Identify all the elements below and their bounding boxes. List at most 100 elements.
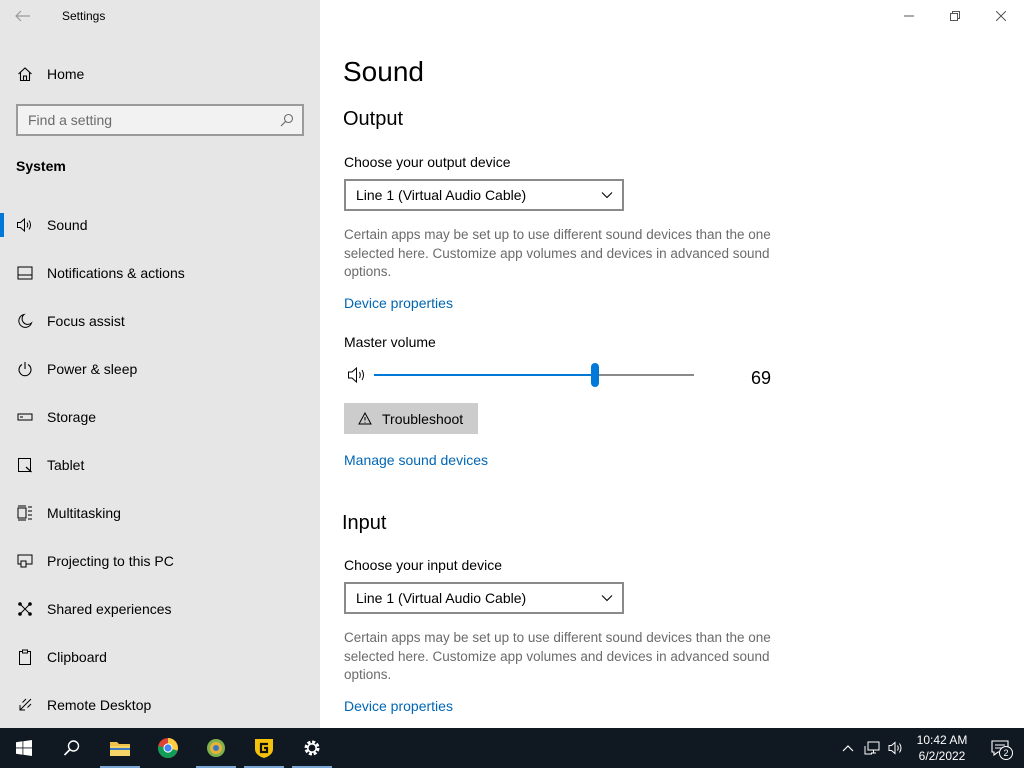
home-icon — [16, 65, 34, 83]
notification-icon — [16, 264, 34, 282]
system-tray: 10:42 AM 6/2/2022 2 — [836, 728, 1024, 768]
sidebar-item-label: Power & sleep — [47, 361, 138, 377]
input-heading: Input — [343, 512, 387, 534]
close-button[interactable] — [978, 0, 1024, 32]
sidebar-item-label: Multitasking — [47, 505, 121, 521]
shield-g-icon — [255, 739, 273, 758]
sidebar-item-label: Shared experiences — [47, 601, 172, 617]
master-volume-label: Master volume — [344, 334, 436, 350]
input-device-value: Line 1 (Virtual Audio Cable) — [356, 590, 527, 606]
clipboard-icon — [16, 648, 34, 666]
active-indicator — [0, 213, 4, 237]
windows-logo-icon — [16, 740, 32, 756]
sidebar-item-multitasking[interactable]: Multitasking — [0, 489, 320, 537]
clock[interactable]: 10:42 AM 6/2/2022 — [908, 732, 976, 764]
sidebar-item-storage[interactable]: Storage — [0, 393, 320, 441]
taskbar-search-icon — [63, 740, 80, 756]
multitasking-icon — [16, 504, 34, 522]
output-device-value: Line 1 (Virtual Audio Cable) — [356, 187, 527, 203]
section-label: System — [16, 158, 66, 174]
taskbar: 10:42 AM 6/2/2022 2 — [0, 728, 1024, 768]
start-button[interactable] — [0, 728, 48, 768]
troubleshoot-button[interactable]: Troubleshoot — [344, 403, 478, 434]
clock-date: 6/2/2022 — [918, 749, 966, 763]
output-description: Certain apps may be set up to use differ… — [344, 227, 771, 279]
notification-count-badge: 2 — [999, 746, 1013, 760]
show-hidden-icons-button[interactable] — [836, 728, 860, 768]
settings-taskbar-button[interactable] — [288, 728, 336, 768]
master-volume-slider[interactable] — [344, 362, 784, 388]
sidebar-item-projecting[interactable]: Projecting to this PC — [0, 537, 320, 585]
sidebar-item-shared-experiences[interactable]: Shared experiences — [0, 585, 320, 633]
remote-desktop-icon — [16, 696, 34, 714]
back-arrow-icon — [15, 10, 30, 22]
search-icon — [272, 113, 302, 127]
action-center-button[interactable]: 2 — [976, 728, 1024, 768]
search-button[interactable] — [48, 728, 96, 768]
storage-icon — [16, 408, 34, 426]
audio-app-button[interactable] — [192, 728, 240, 768]
input-device-dropdown[interactable]: Line 1 (Virtual Audio Cable) — [344, 582, 624, 614]
chrome-icon — [157, 738, 178, 758]
app-title: Settings — [62, 9, 106, 23]
network-button[interactable] — [860, 728, 884, 768]
volume-speaker-icon[interactable] — [347, 365, 369, 385]
chevron-down-icon — [592, 191, 622, 199]
sidebar-item-label: Projecting to this PC — [47, 553, 174, 569]
gear-icon — [304, 740, 320, 756]
home-label: Home — [47, 66, 85, 82]
sidebar-item-focus-assist[interactable]: Focus assist — [0, 297, 320, 345]
chevron-up-icon — [842, 745, 854, 752]
power-icon — [16, 360, 34, 378]
sidebar-item-power-sleep[interactable]: Power & sleep — [0, 345, 320, 393]
sidebar-item-remote-desktop[interactable]: Remote Desktop — [0, 681, 320, 729]
chevron-down-icon — [592, 594, 622, 602]
shared-icon — [16, 600, 34, 618]
sidebar: Settings Home Find a setting System Soun… — [0, 0, 320, 728]
volume-track[interactable] — [374, 374, 694, 376]
title-bar: Settings — [0, 0, 320, 32]
output-heading: Output — [343, 108, 404, 130]
folder-icon — [110, 742, 130, 756]
sidebar-item-label: Notifications & actions — [47, 265, 185, 281]
input-device-properties-link[interactable]: Device properties — [344, 698, 453, 714]
sidebar-item-label: Sound — [47, 217, 88, 233]
guardian-app-button[interactable] — [240, 728, 288, 768]
volume-icon — [888, 741, 902, 755]
search-input[interactable]: Find a setting — [16, 104, 304, 136]
sidebar-item-label: Storage — [47, 409, 97, 425]
warning-icon — [356, 412, 374, 425]
sidebar-nav: Sound Notifications & actions Focus assi… — [0, 201, 320, 729]
sidebar-item-notifications[interactable]: Notifications & actions — [0, 249, 320, 297]
tablet-icon — [16, 456, 34, 474]
output-device-label: Choose your output device — [344, 154, 511, 170]
clock-time: 10:42 AM — [916, 733, 968, 747]
sidebar-item-tablet[interactable]: Tablet — [0, 441, 320, 489]
file-explorer-button[interactable] — [96, 728, 144, 768]
sidebar-item-sound[interactable]: Sound — [0, 201, 320, 249]
main-content: Sound Output Choose your output device L… — [343, 0, 983, 728]
input-description: Certain apps may be set up to use differ… — [344, 630, 771, 682]
volume-thumb[interactable] — [590, 363, 599, 387]
page-title: Sound — [343, 56, 424, 87]
sidebar-item-label: Focus assist — [47, 313, 125, 329]
sidebar-item-label: Clipboard — [47, 649, 107, 665]
sidebar-item-label: Remote Desktop — [47, 697, 152, 713]
projecting-icon — [16, 552, 34, 570]
volume-tray-button[interactable] — [884, 728, 908, 768]
chrome-button[interactable] — [144, 728, 192, 768]
sidebar-item-clipboard[interactable]: Clipboard — [0, 633, 320, 681]
output-device-properties-link[interactable]: Device properties — [344, 295, 453, 311]
manage-sound-devices-link[interactable]: Manage sound devices — [344, 452, 488, 468]
output-device-dropdown[interactable]: Line 1 (Virtual Audio Cable) — [344, 179, 624, 211]
input-device-label: Choose your input device — [344, 557, 502, 573]
close-icon — [996, 11, 1006, 21]
speaker-icon — [16, 216, 34, 234]
sidebar-item-home[interactable]: Home — [0, 56, 320, 92]
troubleshoot-label: Troubleshoot — [382, 410, 464, 427]
audio-app-icon — [207, 739, 225, 757]
moon-icon — [16, 312, 34, 330]
volume-value: 69 — [751, 368, 772, 388]
network-icon — [864, 741, 880, 755]
back-button[interactable] — [0, 0, 46, 32]
